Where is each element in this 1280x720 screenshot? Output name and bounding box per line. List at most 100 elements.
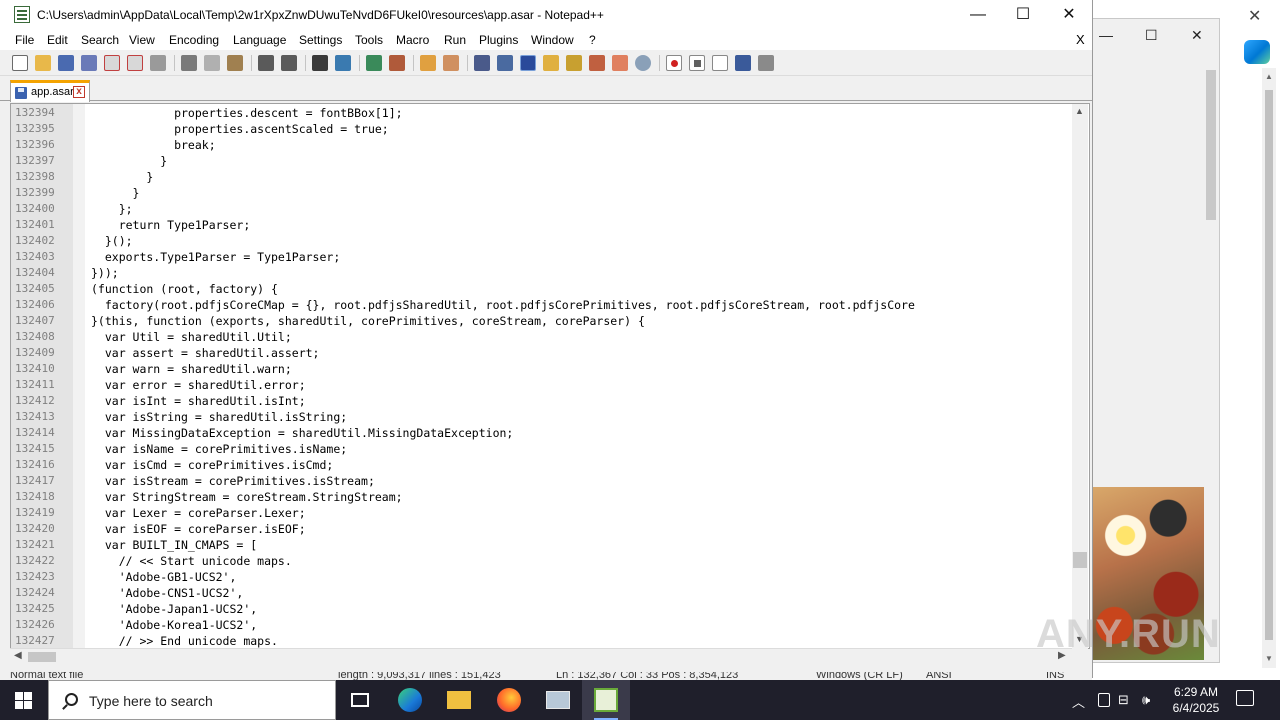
scrollbar-thumb[interactable] xyxy=(1206,70,1216,220)
code-line[interactable]: 132402 }(); xyxy=(11,233,1073,249)
save-macro-icon[interactable] xyxy=(758,55,774,71)
edge-icon[interactable] xyxy=(386,680,434,720)
menu-encoding[interactable]: Encoding xyxy=(169,33,219,47)
menu-help[interactable]: ? xyxy=(589,33,596,47)
clock[interactable]: 6:29 AM 6/4/2025 xyxy=(1168,684,1224,716)
chevron-up-icon[interactable]: ︿ xyxy=(1072,692,1085,711)
menu-macro[interactable]: Macro xyxy=(396,33,429,47)
right-window-close-button[interactable]: ✕ xyxy=(1248,6,1261,26)
code-line[interactable]: 132427 // >> End unicode maps. xyxy=(11,633,1073,648)
close-document-button[interactable]: X xyxy=(1076,32,1085,47)
menu-file[interactable]: File xyxy=(15,33,34,47)
editor-vertical-scrollbar[interactable]: ▲ ▼ xyxy=(1072,104,1088,649)
code-line[interactable]: 132404})); xyxy=(11,265,1073,281)
code-line[interactable]: 132401 return Type1Parser; xyxy=(11,217,1073,233)
code-line[interactable]: 132399 } xyxy=(11,185,1073,201)
menu-settings[interactable]: Settings xyxy=(299,33,342,47)
code-line[interactable]: 132412 var isInt = sharedUtil.isInt; xyxy=(11,393,1073,409)
code-line[interactable]: 132398 } xyxy=(11,169,1073,185)
start-button[interactable] xyxy=(0,680,48,720)
save-icon[interactable] xyxy=(58,55,74,71)
undo-icon[interactable] xyxy=(258,55,274,71)
open-file-icon[interactable] xyxy=(35,55,51,71)
scroll-down-icon[interactable]: ▼ xyxy=(1265,654,1273,663)
monitoring-icon[interactable] xyxy=(635,55,651,71)
menu-edit[interactable]: Edit xyxy=(47,33,68,47)
title-bar[interactable]: C:\Users\admin\AppData\Local\Temp\2w1rXp… xyxy=(0,0,1092,30)
bg-close-button[interactable]: ✕ xyxy=(1191,27,1203,44)
scrollbar-thumb[interactable] xyxy=(28,652,56,662)
code-line[interactable]: 132415 var isName = corePrimitives.isNam… xyxy=(11,441,1073,457)
redo-icon[interactable] xyxy=(281,55,297,71)
zoom-in-icon[interactable] xyxy=(366,55,382,71)
zoom-out-icon[interactable] xyxy=(389,55,405,71)
word-wrap-icon[interactable] xyxy=(474,55,490,71)
code-line[interactable]: 132411 var error = sharedUtil.error; xyxy=(11,377,1073,393)
code-line[interactable]: 132413 var isString = sharedUtil.isStrin… xyxy=(11,409,1073,425)
indent-guide-icon[interactable] xyxy=(520,55,536,71)
code-line[interactable]: 132409 var assert = sharedUtil.assert; xyxy=(11,345,1073,361)
menu-plugins[interactable]: Plugins xyxy=(479,33,518,47)
sync-horizontal-icon[interactable] xyxy=(443,55,459,71)
bg-maximize-button[interactable]: ☐ xyxy=(1145,27,1158,44)
doc-map-icon[interactable] xyxy=(566,55,582,71)
menu-view[interactable]: View xyxy=(129,33,155,47)
volume-icon[interactable]: 🕪 xyxy=(1142,692,1150,708)
minimize-button[interactable]: — xyxy=(955,0,1001,30)
scroll-left-icon[interactable]: ◀ xyxy=(14,650,22,661)
code-line[interactable]: 132418 var StringStream = coreStream.Str… xyxy=(11,489,1073,505)
scrollbar-thumb[interactable] xyxy=(1265,90,1273,640)
close-icon[interactable] xyxy=(104,55,120,71)
find-icon[interactable] xyxy=(312,55,328,71)
remote-access-icon[interactable] xyxy=(1098,693,1110,707)
play-macro-icon[interactable] xyxy=(712,55,728,71)
code-line[interactable]: 132416 var isCmd = corePrimitives.isCmd; xyxy=(11,457,1073,473)
tab-app-asar[interactable]: app.asar x xyxy=(10,80,90,102)
code-line[interactable]: 132420 var isEOF = coreParser.isEOF; xyxy=(11,521,1073,537)
firefox-icon[interactable] xyxy=(485,680,533,720)
background-window-scrollbar[interactable] xyxy=(1204,68,1218,658)
code-line[interactable]: 132407}(this, function (exports, sharedU… xyxy=(11,313,1073,329)
code-line[interactable]: 132408 var Util = sharedUtil.Util; xyxy=(11,329,1073,345)
taskbar-search-box[interactable]: Type here to search xyxy=(48,680,336,720)
notepad-plus-plus-icon[interactable] xyxy=(582,680,630,720)
menu-search[interactable]: Search xyxy=(81,33,119,47)
stop-record-icon[interactable] xyxy=(689,55,705,71)
file-explorer-icon[interactable] xyxy=(435,680,483,720)
menu-tools[interactable]: Tools xyxy=(355,33,383,47)
remote-desktop-icon[interactable] xyxy=(534,680,582,720)
menu-language[interactable]: Language xyxy=(233,33,286,47)
menu-window[interactable]: Window xyxy=(531,33,574,47)
code-line[interactable]: 132406 factory(root.pdfjsCoreCMap = {}, … xyxy=(11,297,1073,313)
code-editor[interactable]: 132394 properties.descent = fontBBox[1];… xyxy=(10,103,1090,649)
network-icon[interactable]: ⊟ xyxy=(1118,692,1129,708)
code-line[interactable]: 132403 exports.Type1Parser = Type1Parser… xyxy=(11,249,1073,265)
editor-horizontal-scrollbar[interactable]: ◀ ▶ xyxy=(10,648,1072,664)
code-line[interactable]: 132405 (function (root, factory) { xyxy=(11,281,1073,297)
right-window-scrollbar[interactable]: ▲ ▼ xyxy=(1262,68,1276,668)
code-line[interactable]: 132421 var BUILT_IN_CMAPS = [ xyxy=(11,537,1073,553)
code-line[interactable]: 132419 var Lexer = coreParser.Lexer; xyxy=(11,505,1073,521)
code-line[interactable]: 132423 'Adobe-GB1-UCS2', xyxy=(11,569,1073,585)
scrollbar-thumb[interactable] xyxy=(1073,552,1087,568)
code-line[interactable]: 132425 'Adobe-Japan1-UCS2', xyxy=(11,601,1073,617)
maximize-button[interactable]: ☐ xyxy=(1000,0,1046,30)
code-line[interactable]: 132395 properties.ascentScaled = true; xyxy=(11,121,1073,137)
run-macro-multiple-icon[interactable] xyxy=(735,55,751,71)
cut-icon[interactable] xyxy=(181,55,197,71)
print-icon[interactable] xyxy=(150,55,166,71)
code-line[interactable]: 132426 'Adobe-Korea1-UCS2', xyxy=(11,617,1073,633)
show-all-chars-icon[interactable] xyxy=(497,55,513,71)
bg-minimize-button[interactable]: — xyxy=(1099,27,1113,43)
copy-icon[interactable] xyxy=(204,55,220,71)
copilot-icon[interactable] xyxy=(1244,40,1270,64)
close-all-icon[interactable] xyxy=(127,55,143,71)
tab-close-icon[interactable]: x xyxy=(73,86,85,98)
code-line[interactable]: 132396 break; xyxy=(11,137,1073,153)
scroll-up-icon[interactable]: ▲ xyxy=(1265,72,1273,81)
code-line[interactable]: 132394 properties.descent = fontBBox[1]; xyxy=(11,105,1073,121)
task-view-icon[interactable] xyxy=(336,680,384,720)
menu-run[interactable]: Run xyxy=(444,33,466,47)
notifications-icon[interactable] xyxy=(1236,690,1254,706)
replace-icon[interactable] xyxy=(335,55,351,71)
